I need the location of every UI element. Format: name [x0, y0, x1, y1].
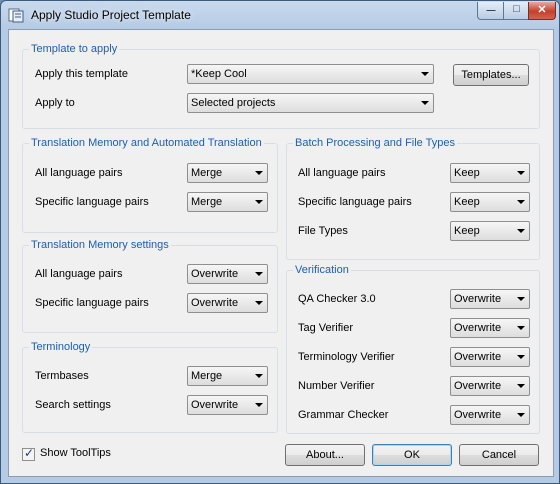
- maximize-button[interactable]: □: [503, 2, 530, 20]
- terminology-group: Terminology: [22, 341, 278, 433]
- chevron-down-icon: [517, 297, 525, 301]
- close-icon: ✕: [537, 4, 547, 16]
- about-button[interactable]: About...: [285, 444, 365, 466]
- tm-settings-specific-value: Overwrite: [191, 297, 239, 309]
- chevron-down-icon: [255, 200, 263, 204]
- termbases-combo[interactable]: Merge: [187, 366, 268, 386]
- chevron-down-icon: [255, 374, 263, 378]
- tm-settings-group: Translation Memory settings: [22, 239, 278, 333]
- tm-automated-specific-label: Specific language pairs: [35, 196, 149, 208]
- qa-checker-label: QA Checker 3.0: [298, 293, 376, 305]
- batch-specific-combo[interactable]: Keep: [450, 192, 530, 212]
- checkmark-icon: ✓: [24, 446, 35, 460]
- template-group: Template to apply: [22, 43, 540, 129]
- apply-to-combo[interactable]: Selected projects: [187, 93, 434, 113]
- chevron-down-icon: [517, 413, 525, 417]
- tm-settings-specific-combo[interactable]: Overwrite: [187, 293, 268, 313]
- chevron-down-icon: [255, 403, 263, 407]
- tm-settings-all-value: Overwrite: [191, 268, 239, 280]
- terminology-legend: Terminology: [31, 341, 91, 353]
- tag-verifier-combo[interactable]: Overwrite: [450, 318, 530, 338]
- tm-settings-all-combo[interactable]: Overwrite: [187, 264, 268, 284]
- terminology-verifier-combo[interactable]: Overwrite: [450, 347, 530, 367]
- show-tooltips-label[interactable]: Show ToolTips: [40, 447, 111, 459]
- tm-settings-specific-label: Specific language pairs: [35, 297, 149, 309]
- search-settings-value: Overwrite: [191, 399, 239, 411]
- batch-legend: Batch Processing and File Types: [295, 137, 455, 149]
- chevron-down-icon: [517, 355, 525, 359]
- chevron-down-icon: [517, 229, 525, 233]
- chevron-down-icon: [517, 326, 525, 330]
- template-group-legend: Template to apply: [31, 43, 118, 55]
- number-verifier-combo[interactable]: Overwrite: [450, 376, 530, 396]
- minimize-button[interactable]: —: [477, 2, 505, 20]
- ok-button[interactable]: OK: [372, 444, 452, 466]
- tm-automated-legend: Translation Memory and Automated Transla…: [31, 137, 262, 149]
- search-settings-label: Search settings: [35, 399, 111, 411]
- chevron-down-icon: [255, 171, 263, 175]
- batch-specific-value: Keep: [454, 196, 480, 208]
- search-settings-combo[interactable]: Overwrite: [187, 395, 268, 415]
- apply-to-value: Selected projects: [191, 97, 276, 109]
- title-bar[interactable]: Apply Studio Project Template — □ ✕: [1, 1, 559, 29]
- chevron-down-icon: [421, 101, 429, 105]
- apply-template-value: *Keep Cool: [191, 68, 247, 80]
- apply-template-combo[interactable]: *Keep Cool: [187, 64, 434, 84]
- chevron-down-icon: [255, 272, 263, 276]
- tm-automated-specific-value: Merge: [191, 196, 223, 208]
- chevron-down-icon: [517, 384, 525, 388]
- minimize-icon: —: [486, 5, 496, 15]
- number-verifier-value: Overwrite: [454, 380, 502, 392]
- grammar-checker-combo[interactable]: Overwrite: [450, 405, 530, 425]
- show-tooltips-checkbox[interactable]: ✓: [22, 446, 35, 461]
- termbases-value: Merge: [191, 370, 223, 382]
- qa-checker-value: Overwrite: [454, 293, 502, 305]
- batch-all-value: Keep: [454, 167, 480, 179]
- close-button[interactable]: ✕: [528, 2, 556, 20]
- dialog-body: Template to apply Apply this template *K…: [8, 29, 554, 477]
- batch-all-label: All language pairs: [298, 167, 386, 179]
- terminology-verifier-label: Terminology Verifier: [298, 351, 395, 363]
- maximize-icon: □: [513, 3, 520, 15]
- window-title: Apply Studio Project Template: [31, 8, 191, 22]
- termbases-label: Termbases: [35, 370, 89, 382]
- tm-automated-all-value: Merge: [191, 167, 223, 179]
- apply-to-label: Apply to: [35, 97, 75, 109]
- tm-settings-legend: Translation Memory settings: [31, 239, 169, 251]
- file-types-value: Keep: [454, 225, 480, 237]
- chevron-down-icon: [421, 72, 429, 76]
- chevron-down-icon: [517, 200, 525, 204]
- batch-specific-label: Specific language pairs: [298, 196, 412, 208]
- tm-automated-specific-combo[interactable]: Merge: [187, 192, 268, 212]
- templates-button[interactable]: Templates...: [453, 64, 529, 86]
- qa-checker-combo[interactable]: Overwrite: [450, 289, 530, 309]
- number-verifier-label: Number Verifier: [298, 380, 375, 392]
- app-icon: [8, 8, 24, 23]
- file-types-combo[interactable]: Keep: [450, 221, 530, 241]
- tm-automated-group: Translation Memory and Automated Transla…: [22, 137, 278, 233]
- grammar-checker-value: Overwrite: [454, 409, 502, 421]
- cancel-button[interactable]: Cancel: [459, 444, 539, 466]
- tag-verifier-value: Overwrite: [454, 322, 502, 334]
- grammar-checker-label: Grammar Checker: [298, 409, 389, 421]
- file-types-label: File Types: [298, 225, 348, 237]
- chevron-down-icon: [255, 301, 263, 305]
- verification-legend: Verification: [295, 264, 349, 276]
- tm-automated-all-combo[interactable]: Merge: [187, 163, 268, 183]
- chevron-down-icon: [517, 171, 525, 175]
- batch-all-combo[interactable]: Keep: [450, 163, 530, 183]
- tag-verifier-label: Tag Verifier: [298, 322, 354, 334]
- tm-settings-all-label: All language pairs: [35, 268, 123, 280]
- apply-template-label: Apply this template: [35, 68, 128, 80]
- terminology-verifier-value: Overwrite: [454, 351, 502, 363]
- tm-automated-all-label: All language pairs: [35, 167, 123, 179]
- dialog-window: Apply Studio Project Template — □ ✕ Temp…: [0, 0, 560, 484]
